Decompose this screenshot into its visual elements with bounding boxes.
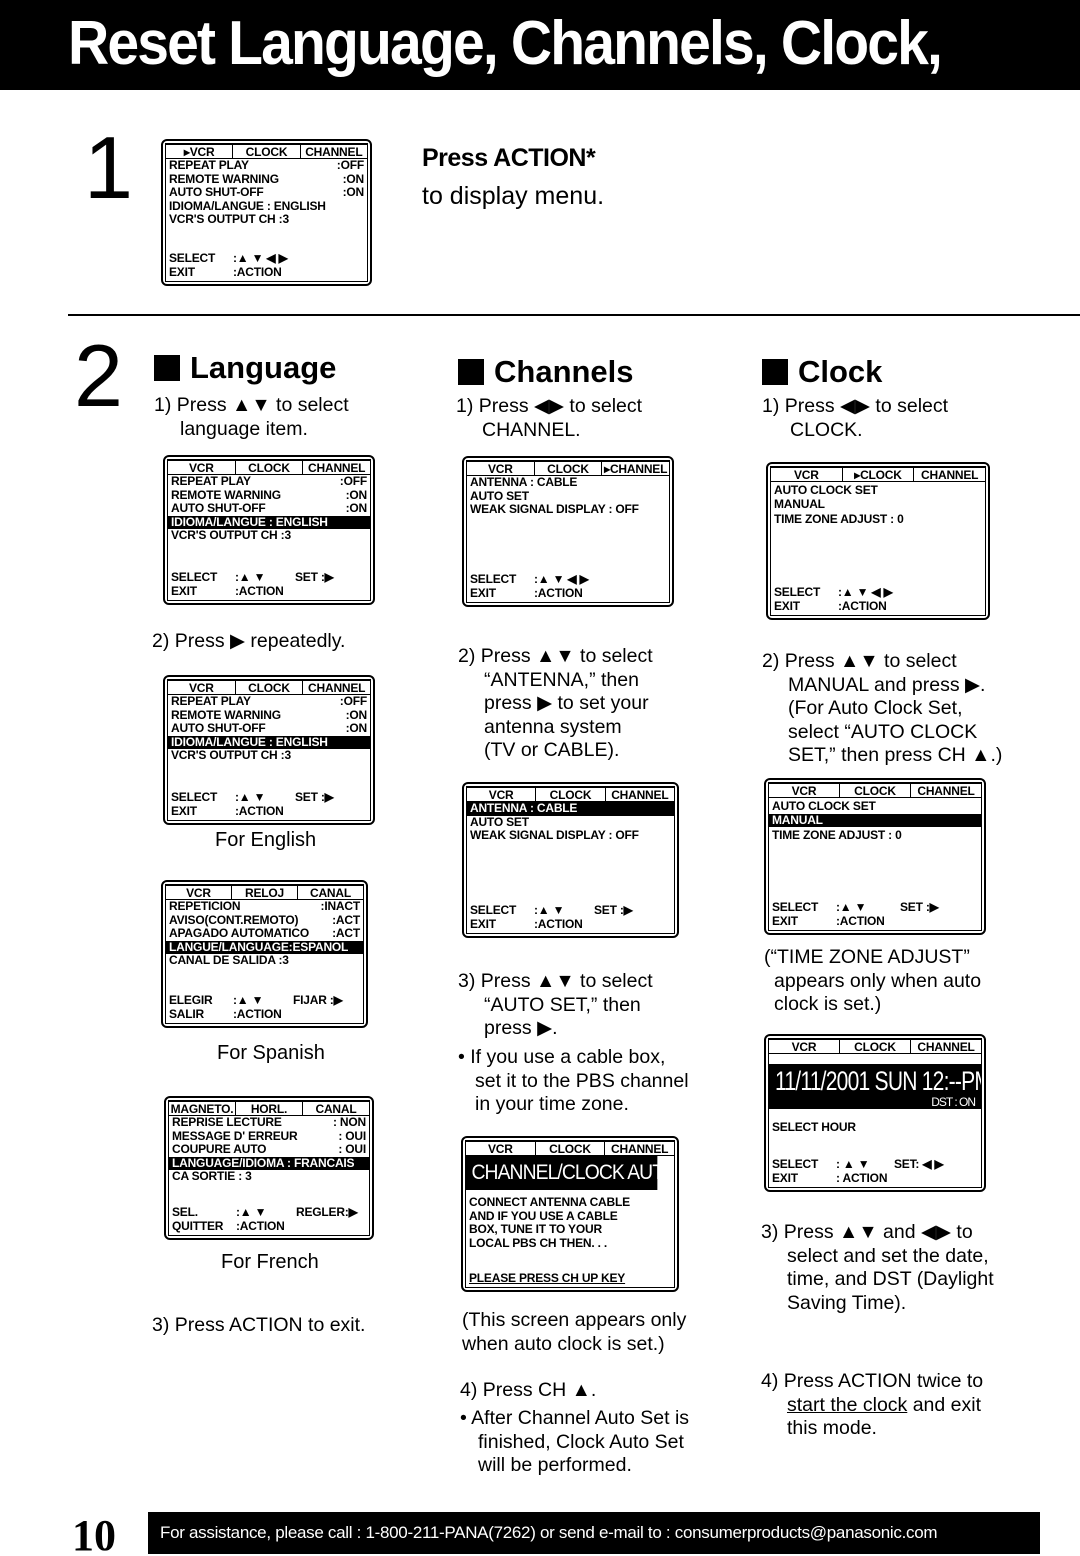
osd-row: VCR'S OUTPUT CH :3 bbox=[169, 212, 289, 226]
auto-set-banner: CHANNEL/CLOCK AUTO SET bbox=[466, 1156, 674, 1190]
channels-heading: Channels bbox=[458, 354, 634, 390]
section-divider bbox=[68, 314, 1080, 316]
osd-footer: SELECT:▲ ▼ ◀ ▶ EXIT:ACTION bbox=[169, 251, 288, 279]
step1-instruction-bold: Press ACTION* bbox=[422, 144, 596, 172]
osd-highlighted-row: LANGUE/LANGUAGE:ESPANOL bbox=[166, 940, 363, 954]
start-the-clock-text: start the clock bbox=[787, 1393, 908, 1416]
channels-step4: 4) Press CH ▲. bbox=[460, 1379, 597, 1401]
osd-screen-channel-antenna: VCR CLOCK CHANNEL ANTENNA : CABLE AUTO SET… bbox=[462, 782, 679, 938]
caption-spanish: For Spanish bbox=[217, 1042, 325, 1064]
osd-row: AUTO SHUT-OFF:ON bbox=[169, 185, 364, 199]
channels-after-auto-set-note: • After Channel Auto Set is finished, Cl… bbox=[460, 1407, 690, 1476]
osd-tab-clock: CLOCK bbox=[233, 144, 301, 159]
osd-row: IDIOMA/LANGUE : ENGLISH bbox=[169, 198, 326, 213]
channels-step2: 2) Press ▲▼ to select “ANTENNA,” then pr… bbox=[458, 645, 653, 761]
page-number: 10 bbox=[72, 1511, 116, 1556]
clock-step4: 4) Press ACTION twice to start the clock… bbox=[761, 1370, 984, 1439]
osd-screen-language-french: MAGNETO. HORL. CANAL REPRISE LECTURE: NON … bbox=[164, 1096, 374, 1240]
osd-highlighted-row: IDIOMA/LANGUE : ENGLISH bbox=[168, 735, 370, 749]
osd-highlighted-row: LANGUAGE/IDIOMA : FRANCAIS bbox=[169, 1156, 369, 1170]
clock-step1: 1) Press ◀▶ to select CLOCK. bbox=[762, 395, 949, 441]
osd-screen-auto-set: VCRCLOCKCHANNEL CHANNEL/CLOCK AUTO SET C… bbox=[461, 1136, 679, 1292]
channels-step1: 1) Press ◀▶ to select CHANNEL. bbox=[456, 395, 643, 441]
page-title: Reset Language, Channels, Clock, bbox=[68, 9, 943, 78]
osd-highlighted-row: ANTENNA : CABLE bbox=[467, 801, 674, 816]
language-step3: 3) Press ACTION to exit. bbox=[152, 1314, 366, 1336]
osd-screen-clock-manual: VCR CLOCK CHANNEL AUTO CLOCK SET MANUAL TI… bbox=[764, 778, 986, 935]
step1-instruction: to display menu. bbox=[422, 182, 605, 210]
clock-step2: 2) Press ▲▼ to select MANUAL and press ▶… bbox=[762, 650, 1003, 766]
clock-time-zone-note: (“TIME ZONE ADJUST” appears only when au… bbox=[764, 946, 982, 1015]
clock-datetime-display: 11/11/2001 SUN 12:--PM DST : ON bbox=[769, 1064, 981, 1109]
osd-screen-language-spanish: VCR RELOJ CANAL REPETICION:INACT AVISO(CON… bbox=[161, 880, 368, 1028]
osd-highlighted-row: MANUAL bbox=[769, 813, 981, 827]
dst-status: DST : ON bbox=[931, 1095, 976, 1109]
step-number-2: 2 bbox=[74, 326, 123, 425]
square-bullet-icon bbox=[762, 359, 788, 385]
assistance-bar: For assistance, please call : 1-800-211-… bbox=[148, 1512, 1040, 1554]
osd-screen-main-menu: ▸VCR CLOCK CHANNEL REPEAT PLAY:OFF REMOT… bbox=[161, 139, 372, 286]
osd-tab-channel: CHANNEL bbox=[300, 144, 367, 159]
channels-cable-box-note: • If you use a cable box, set it to the … bbox=[458, 1046, 689, 1115]
osd-screen-channel-1: VCR CLOCK ▸CHANNEL ANTENNA : CABLE AUTO SE… bbox=[462, 456, 674, 607]
clock-step3: 3) Press ▲▼ and ◀▶ to select and set the… bbox=[761, 1221, 994, 1314]
osd-screen-language-english: VCR CLOCK CHANNEL REPEAT PLAY:OFF REMOTE W… bbox=[163, 675, 375, 825]
osd-screen-language-1: VCR CLOCK CHANNEL REPEAT PLAY:OFF REMOTE W… bbox=[163, 455, 375, 605]
clock-heading: Clock bbox=[762, 354, 882, 390]
osd-highlighted-row: IDIOMA/LANGUE : ENGLISH bbox=[168, 515, 370, 529]
assistance-text: For assistance, please call : 1-800-211-… bbox=[160, 1523, 938, 1542]
square-bullet-icon bbox=[154, 355, 180, 381]
title-bar: Reset Language, Channels, Clock, bbox=[0, 0, 1080, 90]
language-step1: 1) Press ▲▼ to select language item. bbox=[154, 394, 349, 440]
osd-screen-clock-set-time: VCR CLOCK CHANNEL 11/11/2001 SUN 12:--PM D… bbox=[764, 1034, 986, 1192]
square-bullet-icon bbox=[458, 359, 484, 385]
language-step2: 2) Press ▶ repeatedly. bbox=[152, 630, 346, 652]
step-number-1: 1 bbox=[84, 118, 133, 217]
caption-english: For English bbox=[215, 829, 317, 851]
caption-french: For French bbox=[221, 1251, 319, 1273]
osd-tab-vcr: ▸VCR bbox=[166, 144, 234, 159]
osd-row: REMOTE WARNING:ON bbox=[169, 171, 364, 186]
channels-auto-clock-note: (This screen appears only when auto cloc… bbox=[462, 1309, 687, 1355]
osd-row: REPEAT PLAY:OFF bbox=[169, 158, 364, 172]
channels-step3: 3) Press ▲▼ to select “AUTO SET,” then p… bbox=[458, 970, 653, 1039]
osd-screen-clock-1: VCR ▸CLOCK CHANNEL AUTO CLOCK SET MANUAL T… bbox=[766, 462, 990, 620]
osd-tabs: ▸VCR CLOCK CHANNEL bbox=[166, 144, 367, 159]
language-heading: Language bbox=[154, 350, 336, 386]
